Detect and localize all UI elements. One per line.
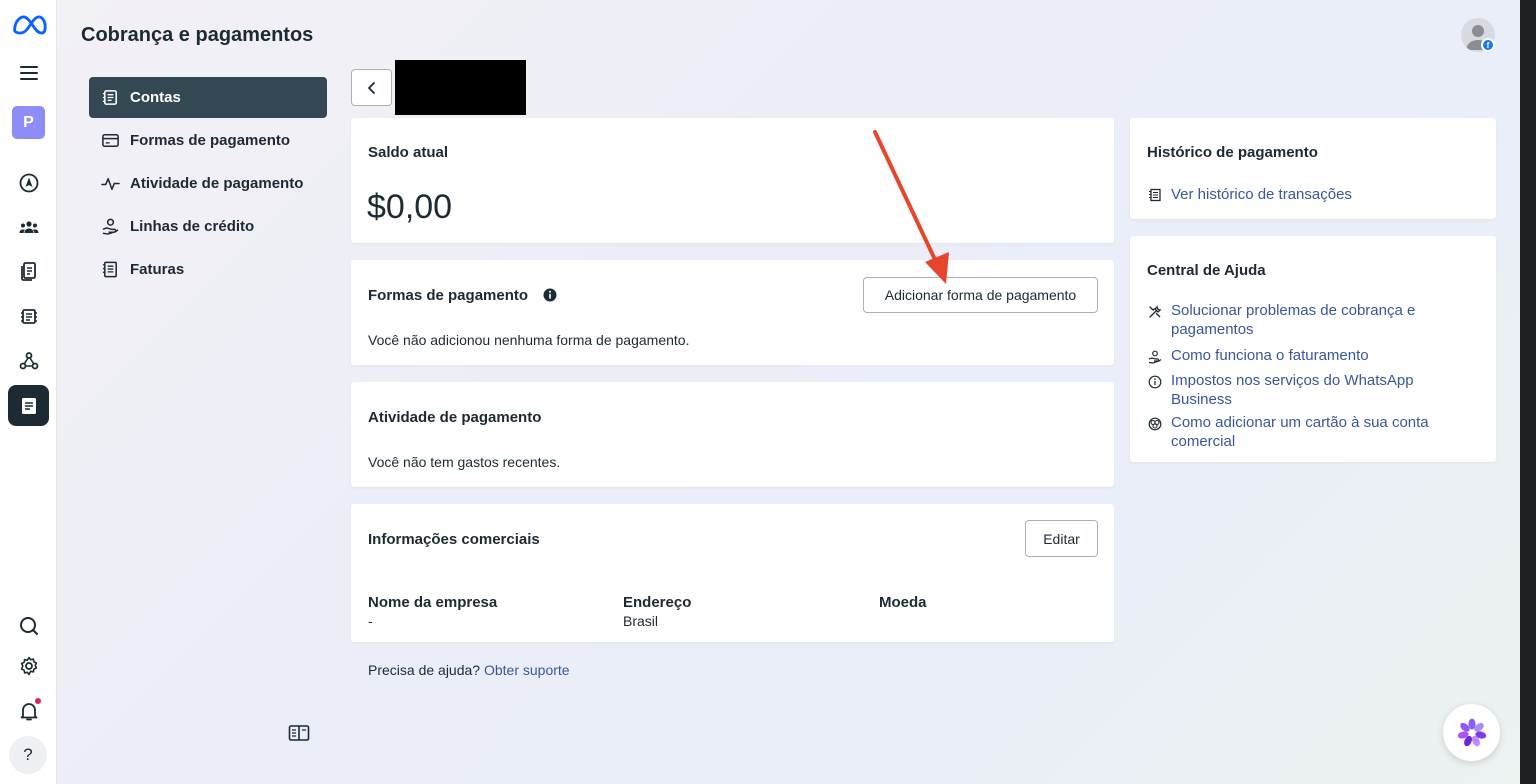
facebook-badge-icon: f bbox=[1481, 38, 1495, 52]
gear-icon[interactable] bbox=[8, 645, 49, 686]
help-button[interactable]: ? bbox=[9, 736, 47, 774]
integrations-icon[interactable] bbox=[8, 340, 49, 381]
hand-coin-icon bbox=[1148, 350, 1162, 364]
footer-help: Precisa de ajuda? Obter suporte bbox=[368, 662, 570, 678]
compass-icon[interactable] bbox=[8, 162, 49, 203]
balance-title: Saldo atual bbox=[368, 144, 449, 161]
help-link-add-card[interactable]: Como adicionar um cartão à sua conta com… bbox=[1148, 413, 1478, 451]
field-label-address: Endereço bbox=[623, 594, 692, 611]
help-center-title: Central de Ajuda bbox=[1147, 262, 1266, 279]
activity-icon bbox=[101, 177, 120, 190]
balance-card: Saldo atual $0,00 bbox=[351, 118, 1114, 243]
help-link-troubleshoot[interactable]: Solucionar problemas de cobrança e pagam… bbox=[1148, 301, 1478, 339]
business-avatar[interactable]: P bbox=[12, 106, 45, 139]
payment-methods-title: Formas de pagamento bbox=[368, 287, 529, 304]
subnav-item-formas-de-pagamento[interactable]: Formas de pagamento bbox=[89, 120, 327, 161]
notification-dot bbox=[35, 698, 41, 704]
page-title: Cobrança e pagamentos bbox=[81, 24, 314, 46]
footer-help-text: Precisa de ajuda? bbox=[368, 662, 481, 678]
accounts-rail-icon[interactable] bbox=[8, 295, 49, 336]
subnav-label: Contas bbox=[130, 89, 181, 106]
subnav-label: Linhas de crédito bbox=[130, 218, 255, 235]
subnav-item-linhas-de-credito[interactable]: Linhas de crédito bbox=[89, 206, 327, 247]
transaction-history-link[interactable]: Ver histórico de transações bbox=[1148, 186, 1352, 203]
help-link-label: Como adicionar um cartão à sua conta com… bbox=[1171, 414, 1429, 450]
subnav-label: Faturas bbox=[130, 261, 185, 278]
business-info-title: Informações comerciais bbox=[368, 531, 540, 548]
payment-activity-title: Atividade de pagamento bbox=[368, 409, 542, 426]
payment-history-card: Histórico de pagamento Ver histórico de … bbox=[1130, 118, 1496, 219]
field-label-company: Nome da empresa bbox=[368, 594, 498, 611]
invoice-icon bbox=[102, 261, 117, 278]
tools-icon bbox=[1149, 305, 1162, 318]
payment-methods-card: Formas de pagamento Adicionar forma de p… bbox=[351, 260, 1114, 365]
edit-button[interactable]: Editar bbox=[1025, 520, 1098, 557]
support-link[interactable]: Obter suporte bbox=[484, 662, 570, 678]
window-edge bbox=[1520, 0, 1536, 784]
collapse-panel-icon[interactable] bbox=[288, 724, 310, 742]
subnav-item-faturas[interactable]: Faturas bbox=[89, 249, 327, 290]
subnav-item-contas[interactable]: Contas bbox=[89, 77, 327, 118]
chevron-left-icon bbox=[367, 81, 375, 94]
info-circle-icon bbox=[1148, 375, 1162, 389]
credit-line-icon bbox=[102, 218, 119, 235]
circles-icon bbox=[1148, 417, 1162, 431]
subnav-item-atividade-de-pagamento[interactable]: Atividade de pagamento bbox=[89, 163, 327, 204]
help-link-label: Como funciona o faturamento bbox=[1171, 347, 1369, 364]
billing-subnav: Contas Formas de pagamento Atividade de … bbox=[89, 77, 327, 292]
back-button[interactable] bbox=[351, 69, 392, 106]
people-icon[interactable] bbox=[8, 206, 49, 247]
documents-icon[interactable] bbox=[8, 250, 49, 291]
billing-rail-icon[interactable] bbox=[8, 385, 49, 426]
subnav-label: Atividade de pagamento bbox=[130, 175, 304, 192]
field-value-company: - bbox=[368, 613, 373, 629]
add-payment-method-button[interactable]: Adicionar forma de pagamento bbox=[863, 277, 1098, 313]
meta-logo-icon[interactable] bbox=[8, 4, 49, 45]
payment-history-title: Histórico de pagamento bbox=[1147, 144, 1318, 161]
field-label-currency: Moeda bbox=[879, 594, 927, 611]
help-link-taxes[interactable]: Impostos nos serviços do WhatsApp Busine… bbox=[1148, 371, 1478, 409]
balance-amount: $0,00 bbox=[367, 188, 453, 226]
assistant-button[interactable] bbox=[1443, 704, 1500, 761]
field-value-address: Brasil bbox=[623, 613, 659, 629]
search-icon[interactable] bbox=[8, 605, 49, 646]
payment-activity-card: Atividade de pagamento Você não tem gast… bbox=[351, 382, 1114, 487]
receipt-icon bbox=[1149, 188, 1161, 201]
business-info-card: Informações comerciais Editar Nome da em… bbox=[351, 504, 1114, 642]
transaction-history-label: Ver histórico de transações bbox=[1171, 186, 1352, 203]
payment-activity-empty-text: Você não tem gastos recentes. bbox=[368, 454, 561, 470]
help-link-label: Solucionar problemas de cobrança e pagam… bbox=[1171, 302, 1416, 338]
left-rail: P ? bbox=[0, 0, 57, 784]
help-link-label: Impostos nos serviços do WhatsApp Busine… bbox=[1171, 372, 1414, 408]
info-icon[interactable] bbox=[543, 288, 557, 302]
subnav-label: Formas de pagamento bbox=[130, 132, 291, 149]
card-icon bbox=[102, 134, 119, 147]
redacted-account-name bbox=[395, 60, 526, 115]
bell-icon[interactable] bbox=[8, 690, 49, 731]
help-link-billing[interactable]: Como funciona o faturamento bbox=[1148, 346, 1478, 365]
assistant-flower-icon bbox=[1457, 718, 1486, 746]
accounts-icon bbox=[102, 90, 117, 105]
menu-icon[interactable] bbox=[8, 52, 49, 93]
payment-methods-empty-text: Você não adicionou nenhuma forma de paga… bbox=[368, 332, 690, 348]
help-center-card: Central de Ajuda Solucionar problemas de… bbox=[1130, 236, 1496, 462]
